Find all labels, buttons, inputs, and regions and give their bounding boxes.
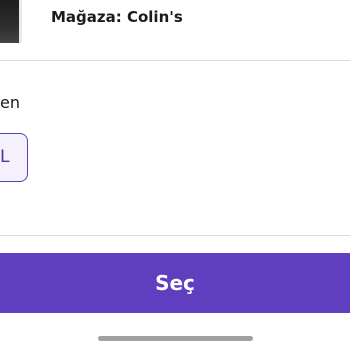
size-selection-sheet: Mağaza: Colin's en L Seç (0, 0, 350, 350)
bottom-divider (0, 235, 350, 236)
size-option-l-label: L (0, 147, 10, 167)
product-thumbnail-image (0, 0, 22, 43)
size-section-title: en (0, 93, 20, 112)
select-button[interactable]: Seç (0, 253, 350, 313)
store-label: Mağaza: Colin's (51, 8, 183, 26)
home-indicator (98, 336, 253, 341)
top-divider (0, 60, 350, 61)
